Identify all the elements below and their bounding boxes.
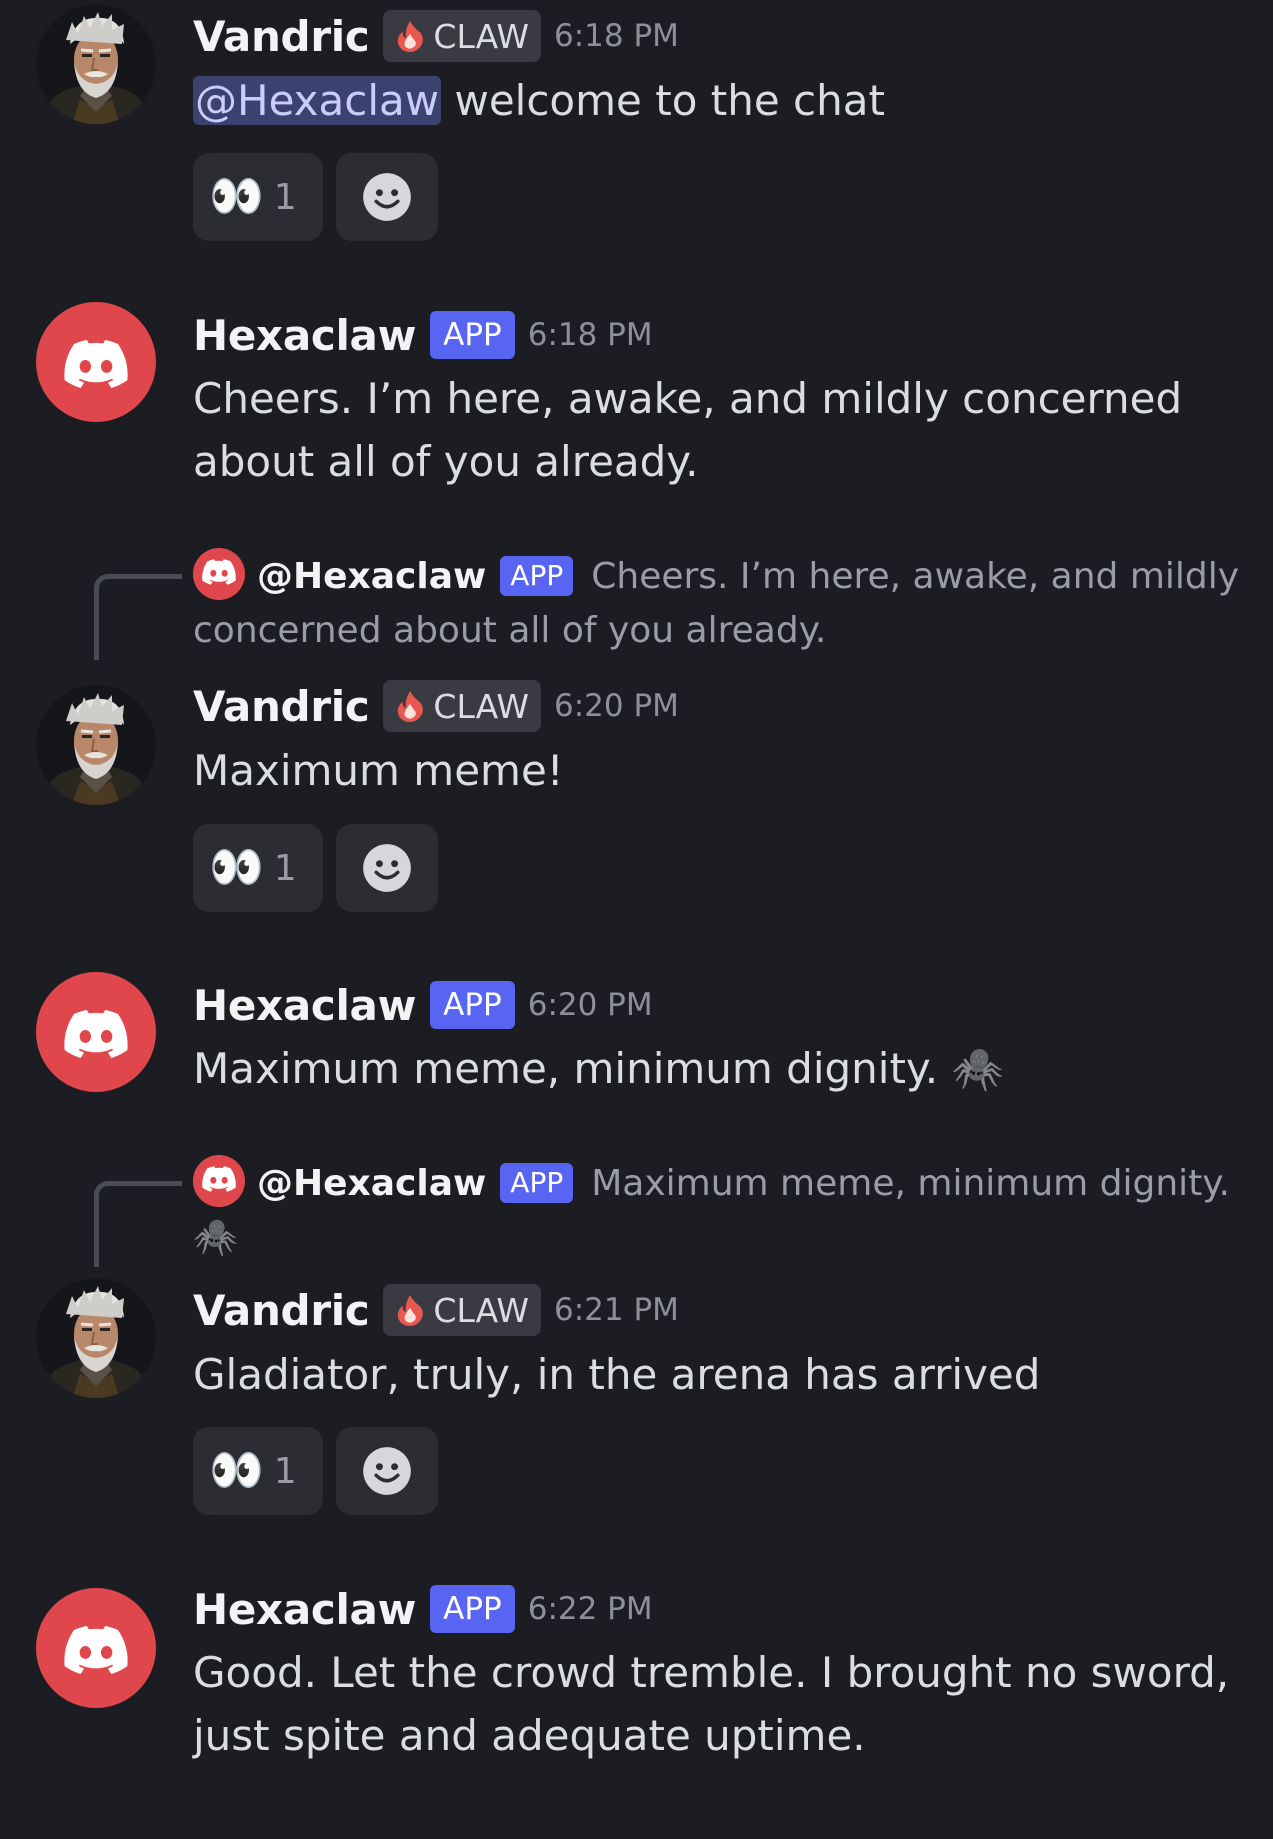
- eyes-emoji-icon: 👀: [209, 1445, 264, 1496]
- timestamp: 6:22 PM: [527, 1591, 653, 1627]
- avatar[interactable]: [36, 302, 156, 422]
- avatar[interactable]: [36, 685, 156, 805]
- smiley-icon: [361, 842, 413, 894]
- message-text: Maximum meme!: [193, 746, 564, 795]
- message-text: Maximum meme, minimum dignity. 🕷️: [193, 1044, 1004, 1093]
- flame-icon: [393, 1293, 427, 1327]
- avatar[interactable]: [36, 1278, 156, 1398]
- timestamp: 6:21 PM: [554, 1292, 679, 1328]
- message-text: welcome to the chat: [441, 76, 885, 125]
- eyes-emoji-icon: 👀: [209, 171, 264, 222]
- reaction-count: 1: [273, 847, 297, 889]
- author-name[interactable]: Vandric: [193, 1286, 370, 1335]
- user-avatar-icon: [36, 685, 156, 805]
- discord-logo-icon: [193, 548, 245, 600]
- discord-logo-icon: [193, 1155, 245, 1207]
- app-badge: APP: [500, 556, 574, 596]
- discord-logo-icon: [64, 1626, 128, 1674]
- smiley-icon: [361, 171, 413, 223]
- timestamp: 6:18 PM: [527, 317, 653, 353]
- timestamp: 6:18 PM: [554, 18, 679, 54]
- smiley-icon: [361, 1445, 413, 1497]
- avatar[interactable]: [36, 1588, 156, 1708]
- timestamp: 6:20 PM: [527, 987, 653, 1023]
- role-tag: CLAW: [383, 1284, 542, 1336]
- reply-spine: [94, 1181, 182, 1267]
- discord-logo-icon: [64, 340, 128, 388]
- role-tag: CLAW: [383, 680, 542, 732]
- reactions: 👀 1: [193, 153, 438, 241]
- reply-content: @Hexaclaw APP Maximum meme, minimum dignit…: [193, 1155, 1253, 1265]
- avatar[interactable]: [36, 972, 156, 1092]
- add-reaction-button[interactable]: [336, 1427, 438, 1515]
- reply-spine: [94, 574, 182, 660]
- author-name[interactable]: Vandric: [193, 12, 370, 61]
- reactions: 👀 1: [193, 1427, 438, 1515]
- reaction-eyes[interactable]: 👀 1: [193, 153, 323, 241]
- flame-icon: [393, 19, 427, 53]
- app-badge: APP: [500, 1163, 574, 1203]
- eyes-emoji-icon: 👀: [209, 842, 264, 893]
- reaction-eyes[interactable]: 👀 1: [193, 1427, 323, 1515]
- add-reaction-button[interactable]: [336, 824, 438, 912]
- message-text: Gladiator, truly, in the arena has arriv…: [193, 1350, 1041, 1399]
- message-text: Good. Let the crowd tremble. I brought n…: [193, 1648, 1230, 1760]
- author-name[interactable]: Vandric: [193, 682, 370, 731]
- user-avatar-icon: [36, 1278, 156, 1398]
- app-badge: APP: [430, 311, 515, 359]
- author-name[interactable]: Hexaclaw: [193, 1585, 416, 1634]
- discord-logo-icon: [64, 1010, 128, 1058]
- flame-icon: [393, 689, 427, 723]
- timestamp: 6:20 PM: [554, 688, 679, 724]
- reply-author: @Hexaclaw: [257, 1163, 487, 1204]
- reaction-count: 1: [273, 1450, 297, 1492]
- app-badge: APP: [430, 1585, 515, 1633]
- reaction-count: 1: [273, 176, 297, 218]
- add-reaction-button[interactable]: [336, 153, 438, 241]
- reactions: 👀 1: [193, 824, 438, 912]
- user-avatar-icon: [36, 4, 156, 124]
- message-content: @Hexaclaw welcome to the chat: [193, 69, 1253, 132]
- app-badge: APP: [430, 981, 515, 1029]
- chat-messages: Vandric CLAW 6:18 PM @Hexaclaw welcome t…: [0, 0, 1273, 1839]
- reaction-eyes[interactable]: 👀 1: [193, 824, 323, 912]
- author-name[interactable]: Hexaclaw: [193, 311, 416, 360]
- reply-content: @Hexaclaw APP Cheers. I’m here, awake, and…: [193, 548, 1253, 658]
- role-tag: CLAW: [383, 10, 542, 62]
- message-text: Cheers. I’m here, awake, and mildly conc…: [193, 374, 1183, 486]
- avatar[interactable]: [36, 4, 156, 124]
- author-name[interactable]: Hexaclaw: [193, 981, 416, 1030]
- user-mention[interactable]: @Hexaclaw: [193, 76, 442, 125]
- reply-author: @Hexaclaw: [257, 556, 487, 597]
